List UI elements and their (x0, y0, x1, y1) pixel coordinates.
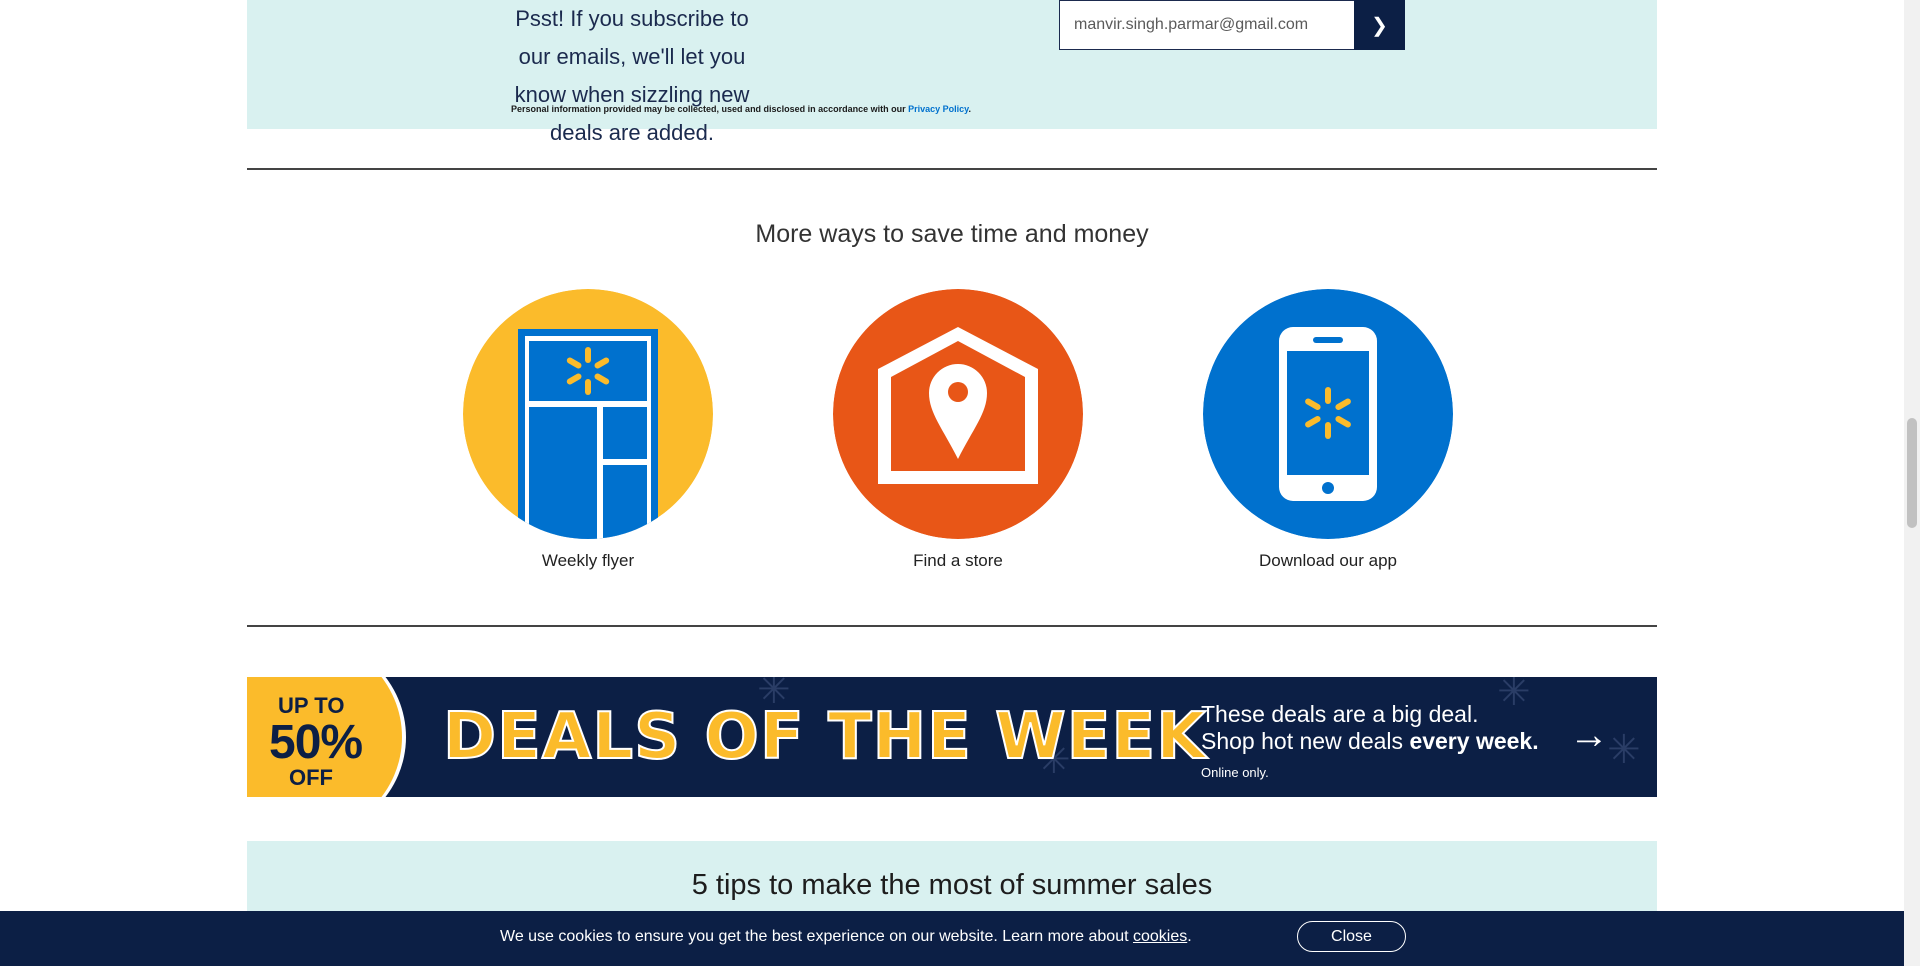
privacy-notice: Personal information provided may be col… (247, 104, 1657, 114)
cookie-banner: We use cookies to ensure you get the bes… (0, 911, 1904, 966)
subscribe-message-content: Psst! If you subscribe to our emails, we… (514, 6, 750, 145)
spark-decoration-icon: ✳ (1607, 728, 1641, 772)
subscribe-form: ❯ (1059, 0, 1405, 50)
badge-off: OFF (289, 765, 333, 790)
more-ways-title: More ways to save time and money (755, 220, 1149, 248)
privacy-notice-text: Personal information provided may be col… (511, 104, 906, 114)
download-app-link[interactable]: Download our app (1203, 551, 1453, 571)
deals-tagline-secondary: Shop hot new deals every week. (1201, 728, 1539, 755)
deals-headline: DEALS OF THE WEEK (442, 700, 1207, 774)
cookie-message-text: We use cookies to ensure you get the bes… (500, 928, 1129, 945)
find-store-icon[interactable] (833, 289, 1083, 539)
tagline-bold: every week. (1409, 728, 1539, 754)
subscribe-section: Psst! If you subscribe to our emails, we… (247, 0, 1657, 145)
weekly-flyer-link[interactable]: Weekly flyer (463, 551, 713, 571)
subscribe-submit-button[interactable]: ❯ (1354, 0, 1405, 50)
feature-weekly-flyer: Weekly flyer (463, 289, 713, 571)
deals-of-the-week-banner[interactable]: ✳ ✳ ✳ ✳ UP TO 50% OFF DEALS OF THE WEEK … (247, 677, 1657, 797)
page-scrollbar[interactable] (1904, 0, 1920, 966)
find-store-link[interactable]: Find a store (833, 551, 1083, 571)
mobile-app-icon[interactable] (1203, 289, 1453, 539)
cookie-message-suffix: . (1187, 928, 1192, 945)
feature-download-app: Download our app (1203, 289, 1453, 571)
weekly-flyer-icon[interactable] (463, 289, 713, 539)
privacy-notice-suffix: . (968, 104, 971, 114)
cookie-message: We use cookies to ensure you get the bes… (500, 928, 1192, 946)
arrow-right-icon: → (1569, 713, 1609, 757)
cookie-close-button[interactable]: Close (1297, 921, 1406, 952)
spark-decoration-icon: ✳ (1497, 677, 1531, 714)
subscribe-message-text: Psst! If you subscribe to our emails, we… (497, 0, 767, 152)
deals-tagline: These deals are a big deal. (1201, 701, 1479, 727)
tips-title: 5 tips to make the most of summer sales (691, 869, 1213, 901)
tagline-prefix: Shop hot new deals (1201, 728, 1404, 754)
section-divider (247, 168, 1657, 170)
section-divider (247, 625, 1657, 627)
email-input[interactable] (1059, 0, 1355, 50)
online-only-note: Online only. (1201, 765, 1269, 780)
feature-find-store: Find a store (833, 289, 1083, 571)
badge-percent: 50% (269, 716, 363, 769)
cookies-link[interactable]: cookies (1133, 928, 1187, 945)
page-content: Psst! If you subscribe to our emails, we… (0, 0, 1904, 966)
chevron-right-icon: ❯ (1371, 14, 1388, 37)
scrollbar-thumb[interactable] (1907, 418, 1917, 528)
privacy-policy-link[interactable]: Privacy Policy (908, 104, 968, 114)
